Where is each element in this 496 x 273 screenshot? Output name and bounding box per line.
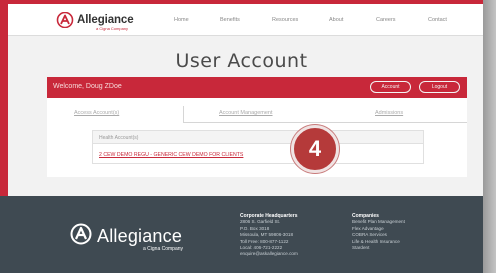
welcome-text: Welcome, Doug ZDoe <box>53 83 122 90</box>
welcome-bar: Welcome, Doug ZDoe Account Logout <box>47 77 467 98</box>
headquarters-info: Corporate Headquarters 2806 S. Garfield … <box>240 213 298 258</box>
health-accounts-table: Health Account(s) 2 CEW DEMO REGU - GENE… <box>92 130 424 164</box>
logo-subtitle: a Cigna Company <box>96 26 129 31</box>
hq-email-link[interactable]: enquire@askallegiance.com <box>240 251 298 257</box>
site-header: Allegiance a Cigna Company Home Benefits… <box>8 4 483 36</box>
health-accounts-heading: Health Account(s) <box>99 135 139 141</box>
nav-resources[interactable]: Resources <box>272 17 298 23</box>
footer-logo-subtitle: a Cigna Company <box>143 246 184 252</box>
company-link[interactable]: Benefit Plan Management <box>352 219 405 225</box>
page-title: User Account <box>175 50 308 72</box>
health-accounts-header: Health Account(s) <box>93 131 423 144</box>
site-footer: Allegiance a Cigna Company Corporate Hea… <box>0 196 483 273</box>
nav-benefits[interactable]: Benefits <box>220 17 240 23</box>
nav-contact[interactable]: Contact <box>428 17 447 23</box>
tab-access-accounts[interactable]: Access Account(s) <box>74 110 119 116</box>
tab-underline <box>184 122 467 123</box>
browser-viewport: Allegiance a Cigna Company Home Benefits… <box>0 0 483 273</box>
tab-divider <box>183 106 184 123</box>
companies-list: Companies Benefit Plan Management Flex A… <box>352 213 405 251</box>
page: Allegiance a Cigna Company Home Benefits… <box>0 0 496 273</box>
tab-account-management[interactable]: Account Management <box>219 110 273 116</box>
company-link[interactable]: Stardent <box>352 245 405 251</box>
tab-admissions[interactable]: Admissions <box>375 110 403 116</box>
allegiance-a-icon <box>56 11 74 29</box>
logout-button[interactable]: Logout <box>419 81 460 93</box>
nav-careers[interactable]: Careers <box>376 17 396 23</box>
account-link[interactable]: 2 CEW DEMO REGU - GENERIC CEW DEMO FOR C… <box>99 152 243 158</box>
hq-line: Missoula, MT 59806-3018 <box>240 232 294 238</box>
step-number: 4 <box>308 136 322 161</box>
allegiance-a-icon <box>70 223 92 250</box>
footer-logo-text: Allegiance <box>97 226 183 246</box>
nav-about[interactable]: About <box>329 17 343 23</box>
step-number-badge: 4 <box>291 125 339 173</box>
logo-text: Allegiance <box>77 14 134 26</box>
left-accent-bar <box>0 0 8 196</box>
page-edge-shadow <box>483 0 496 273</box>
nav-home[interactable]: Home <box>174 17 189 23</box>
account-button[interactable]: Account <box>370 81 411 93</box>
